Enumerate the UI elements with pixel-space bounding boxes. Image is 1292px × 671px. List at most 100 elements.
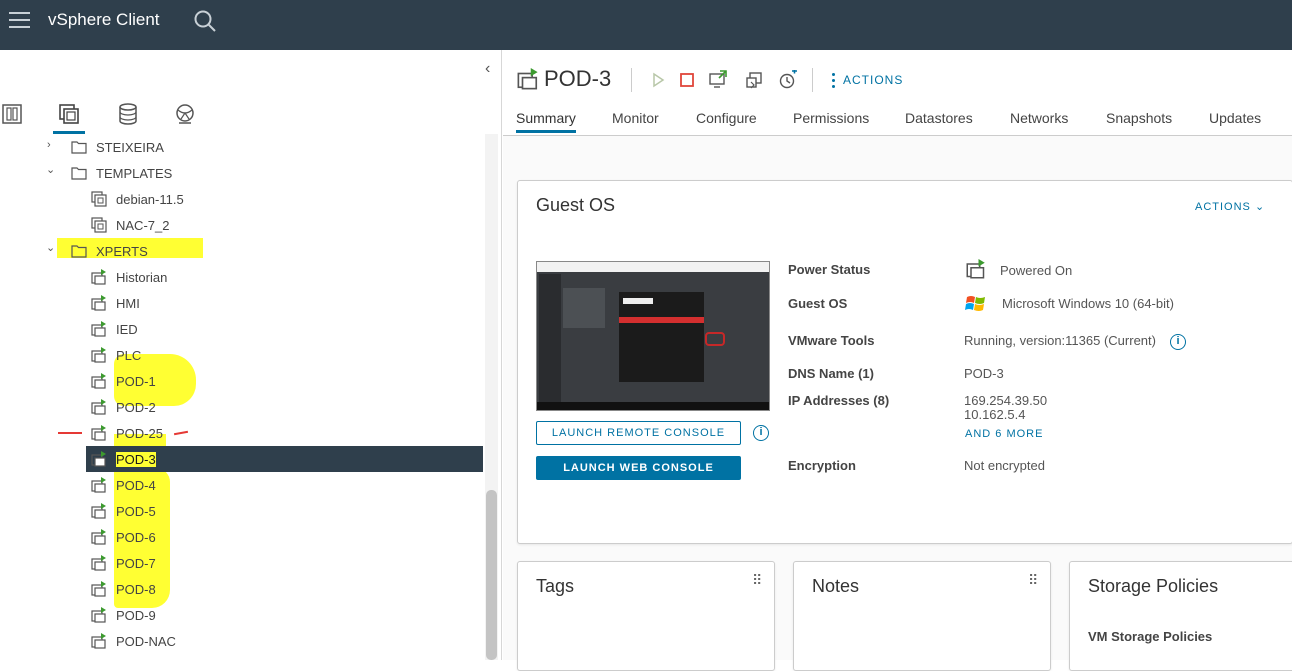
guest-os-card: Guest OS ACTIONS ⌄ LAUNCH REMOTE CONSOLE…: [517, 180, 1292, 544]
tree-item-vm[interactable]: PLC: [0, 342, 484, 368]
launch-web-console-button[interactable]: LAUNCH WEB CONSOLE: [536, 456, 741, 480]
windows-logo-icon: [965, 296, 985, 311]
tree-item-vm[interactable]: Historian: [0, 264, 484, 290]
storage-icon[interactable]: [116, 102, 144, 130]
collapse-panel-icon[interactable]: ‹: [485, 60, 490, 78]
tree-item-debian-template[interactable]: debian-11.5: [0, 186, 484, 212]
tree-item-label: TEMPLATES: [96, 166, 173, 181]
tree-item-xperts[interactable]: ⌄ XPERTS: [0, 238, 484, 264]
menu-icon[interactable]: [9, 12, 30, 29]
console-thumbnail[interactable]: [536, 261, 770, 411]
vm-powered-on-icon: [91, 425, 106, 441]
tree-item-label: POD-8: [116, 582, 156, 597]
tree-item-vm[interactable]: POD-8: [0, 576, 484, 602]
tree-item-selected-vm[interactable]: POD-3: [86, 446, 483, 472]
inventory-tree: › STEIXEIRA ⌄ TEMPLATES debian-11.5 NAC-…: [0, 134, 484, 660]
tree-item-vm[interactable]: IED: [0, 316, 484, 342]
tab-permissions[interactable]: Permissions: [793, 110, 869, 126]
vm-tabs: Summary Monitor Configure Permissions Da…: [503, 110, 1292, 136]
tab-datastores[interactable]: Datastores: [905, 110, 973, 126]
chevron-down-icon: ⌄: [1254, 201, 1266, 213]
tree-item-label: STEIXEIRA: [96, 140, 164, 155]
browser-bar: [537, 262, 769, 272]
tree-item-label: debian-11.5: [116, 192, 184, 207]
search-icon[interactable]: [193, 9, 217, 33]
launch-remote-console-button[interactable]: LAUNCH REMOTE CONSOLE: [536, 421, 741, 445]
tree-item-label: POD-5: [116, 504, 156, 519]
tree-item-label: Historian: [116, 270, 168, 285]
ip-more-link[interactable]: AND 6 MORE: [965, 428, 1043, 440]
vm-storage-policies-label: VM Storage Policies: [1088, 629, 1213, 644]
snapshot-icon[interactable]: [778, 70, 798, 90]
tree-item-vm[interactable]: POD-9: [0, 602, 484, 628]
vm-powered-on-icon: [91, 477, 106, 493]
vm-powered-on-icon: [91, 321, 106, 337]
tree-item-templates[interactable]: ⌄ TEMPLATES: [0, 160, 484, 186]
power-on-icon[interactable]: [648, 70, 668, 90]
vmware-tools-value: Running, version:11365 (Current): [964, 333, 1156, 348]
tree-item-vm[interactable]: POD-5: [0, 498, 484, 524]
tree-scrollbar-thumb[interactable]: [486, 490, 497, 660]
vm-powered-on-icon: [91, 607, 106, 623]
tree-item-label: PLC: [116, 348, 142, 363]
tree-item-vm[interactable]: POD-1: [0, 368, 484, 394]
hosts-clusters-icon[interactable]: [0, 102, 28, 130]
vm-powered-on-icon: [517, 68, 538, 90]
tab-summary[interactable]: Summary: [516, 110, 576, 133]
info-icon[interactable]: i: [1170, 334, 1186, 350]
taskbar: [537, 402, 769, 410]
app-window: [619, 292, 704, 382]
tree-item-vm[interactable]: POD-NAC: [0, 628, 484, 654]
tree-item-label: POD-3: [116, 452, 156, 467]
more-vertical-icon[interactable]: [832, 73, 835, 89]
tree-item-label: POD-4: [116, 478, 156, 493]
actions-menu-button[interactable]: ACTIONS: [843, 73, 903, 87]
power-off-icon[interactable]: [677, 70, 697, 90]
tree-item-vm[interactable]: HMI: [0, 290, 484, 316]
tab-configure[interactable]: Configure: [696, 110, 757, 126]
tree-item-label: POD-6: [116, 530, 156, 545]
tree-item-nac-template[interactable]: NAC-7_2: [0, 212, 484, 238]
networking-icon[interactable]: [173, 102, 201, 130]
migrate-icon[interactable]: [745, 70, 765, 90]
vm-powered-on-icon: [91, 399, 106, 415]
tree-item-label: POD-9: [116, 608, 156, 623]
chevron-down-icon[interactable]: ⌄: [46, 241, 55, 254]
red-banner: [619, 317, 704, 323]
tree-item-label: POD-2: [116, 400, 156, 415]
tree-item-vm[interactable]: POD-2: [0, 394, 484, 420]
drag-handle-icon[interactable]: ⠿: [1028, 572, 1038, 589]
vm-powered-on-icon: [91, 555, 106, 571]
vmware-tools-label: VMware Tools: [788, 333, 875, 348]
actions-label: ACTIONS: [1195, 201, 1251, 213]
encryption-value: Not encrypted: [964, 458, 1045, 473]
app-title: vSphere Client: [48, 10, 160, 29]
dns-name-value: POD-3: [964, 366, 1004, 381]
tab-networks[interactable]: Networks: [1010, 110, 1068, 126]
logo-mark: [623, 298, 653, 304]
toolbar-separator: [631, 68, 632, 92]
tree-item-vm[interactable]: POD-7: [0, 550, 484, 576]
vm-powered-on-icon: [91, 269, 106, 285]
tree-item-label: POD-25: [116, 426, 163, 441]
chevron-right-icon[interactable]: ›: [47, 139, 51, 151]
folder-icon: [71, 167, 87, 180]
tree-item-vm[interactable]: POD-4: [0, 472, 484, 498]
drag-handle-icon[interactable]: ⠿: [752, 572, 762, 589]
card-title: Storage Policies: [1088, 576, 1219, 596]
tab-snapshots[interactable]: Snapshots: [1106, 110, 1172, 126]
guest-os-actions-button[interactable]: ACTIONS ⌄: [1195, 200, 1265, 213]
vms-templates-icon[interactable]: [57, 102, 85, 130]
tree-item-vm[interactable]: POD-6: [0, 524, 484, 550]
launch-console-icon[interactable]: [708, 70, 728, 90]
ip-address-value: 10.162.5.4: [964, 407, 1026, 422]
info-icon[interactable]: i: [753, 425, 769, 441]
chevron-down-icon[interactable]: ⌄: [46, 163, 55, 176]
vm-detail-panel: POD-3 ACTIONS Summary Monitor Configure …: [503, 50, 1292, 671]
tab-monitor[interactable]: Monitor: [612, 110, 659, 126]
tab-updates[interactable]: Updates: [1209, 110, 1261, 126]
vm-powered-on-icon: [91, 451, 106, 467]
vm-powered-on-icon: [91, 373, 106, 389]
tree-item-steixeira[interactable]: › STEIXEIRA: [0, 134, 484, 160]
tree-item-vm[interactable]: POD-25: [0, 420, 484, 446]
